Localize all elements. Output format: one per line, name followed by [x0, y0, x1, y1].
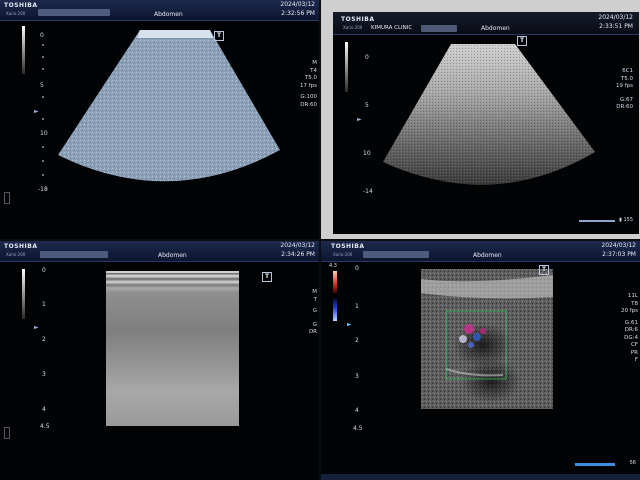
linear-image-doppler	[421, 269, 553, 409]
params-panel: 11L T8 20 fps G:61 DR:6 DG:4 CF PR F	[621, 293, 638, 365]
header-bar: TOSHIBA Xario 200 Abdomen 2024/03/12 2:3…	[0, 241, 319, 262]
param: CF	[630, 342, 638, 348]
param: M	[312, 60, 317, 66]
monitor-display: TOSHIBA Xario 200 KIMURA CLINIC Abdomen …	[333, 12, 639, 234]
preset-label: Abdomen	[158, 252, 187, 259]
monitor-display: TOSHIBA Xario 200 Abdomen 2024/03/12 2:3…	[0, 0, 319, 239]
param: 20 fps	[620, 308, 638, 314]
param: F	[634, 357, 638, 363]
depth-mark: 0	[42, 267, 46, 274]
param: G:61	[624, 319, 638, 326]
ultrasound-screen-1: TOSHIBA Xario 200 Abdomen 2024/03/12 2:3…	[0, 0, 319, 239]
cine-bar	[579, 220, 615, 222]
depth-mark: 4	[42, 406, 46, 413]
frame-counter: ▮ 155	[619, 217, 633, 223]
transducer-orientation-icon: T	[214, 31, 224, 41]
linear-image	[106, 271, 239, 426]
monitor-display: TOSHIBA Xario 200 Abdomen 2024/03/12 2:3…	[321, 241, 640, 480]
focus-marker-icon: ►	[34, 324, 39, 331]
param: DR	[308, 329, 317, 335]
param: T4	[310, 67, 317, 74]
redacted-patient-info	[40, 251, 108, 258]
ultrasound-screen-2: TOSHIBA Xario 200 KIMURA CLINIC Abdomen …	[321, 0, 640, 239]
param: G:100	[300, 94, 317, 100]
frame-counter: 56	[629, 460, 636, 466]
sector-image	[383, 44, 595, 185]
param: T	[313, 296, 317, 303]
side-indicator	[4, 192, 10, 204]
param: G	[312, 321, 317, 328]
transducer-orientation-icon: T	[539, 265, 549, 275]
param: G	[312, 308, 317, 314]
param: T5.0	[304, 75, 317, 81]
param: 17 fps	[299, 82, 317, 89]
param: DR:6	[624, 327, 638, 333]
transducer-orientation-icon: T	[517, 36, 527, 46]
params-panel: 6C1 T5.0 19 fps G:67 DR:60	[616, 68, 633, 112]
brand-logo: TOSHIBA	[4, 243, 38, 250]
depth-mark: 2	[42, 336, 46, 343]
ultrasound-screen-3: TOSHIBA Xario 200 Abdomen 2024/03/12 2:3…	[0, 241, 319, 480]
ultrasound-screen-4: TOSHIBA Xario 200 Abdomen 2024/03/12 2:3…	[321, 241, 640, 480]
params-panel: M T G G DR	[309, 289, 317, 337]
param: G:67	[619, 96, 633, 103]
side-indicator	[4, 427, 10, 439]
param: T5.0	[620, 75, 633, 82]
taskbar	[321, 474, 640, 480]
monitor-display: TOSHIBA Xario 200 Abdomen 2024/03/12 2:3…	[0, 241, 319, 480]
depth-mark: 4.5	[40, 423, 50, 430]
param: 6C1	[622, 68, 633, 74]
depth-mark: 1	[42, 301, 46, 308]
param: 19 fps	[615, 83, 633, 89]
cine-bar	[575, 463, 615, 466]
sector-image	[58, 30, 280, 182]
param: 11L	[627, 293, 638, 299]
param: DG:4	[624, 334, 638, 341]
depth-mark: 3	[42, 371, 46, 378]
time-label: 2:34:26 PM	[281, 251, 315, 258]
param: DR:60	[616, 104, 633, 110]
params-panel: M T4 T5.0 17 fps G:100 DR:60	[300, 60, 317, 109]
model-label: Xario 200	[6, 252, 26, 257]
param: T8	[631, 300, 638, 307]
grayscale-bar	[22, 269, 25, 319]
param: PR	[630, 349, 638, 356]
param: M	[312, 289, 317, 295]
transducer-orientation-icon: T	[262, 272, 272, 282]
param: DR:60	[300, 101, 317, 108]
date-label: 2024/03/12	[280, 242, 315, 249]
